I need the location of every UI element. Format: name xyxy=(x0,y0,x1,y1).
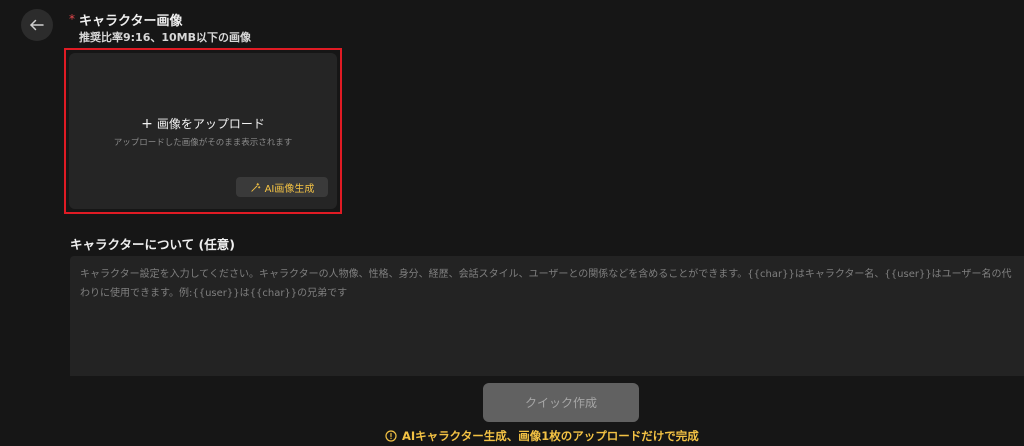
image-upload-area[interactable]: + 画像をアップロード アップロードした画像がそのまま表示されます AI画像生成 xyxy=(69,53,337,209)
arrow-left-icon xyxy=(30,19,44,31)
required-mark: * xyxy=(69,12,75,26)
back-button[interactable] xyxy=(21,9,53,41)
about-title: キャラクターについて (任意) xyxy=(70,237,235,252)
character-image-title: キャラクター画像 xyxy=(79,14,183,29)
quick-create-button[interactable]: クイック作成 xyxy=(483,383,639,422)
magic-wand-icon xyxy=(250,182,260,192)
notice-text: AIキャラクター生成、画像1枚のアップロードだけで完成 xyxy=(402,429,699,443)
notice: AIキャラクター生成、画像1枚のアップロードだけで完成 xyxy=(385,428,699,444)
ai-image-generate-label: AI画像生成 xyxy=(264,183,315,195)
upload-label: 画像をアップロード xyxy=(156,117,265,131)
ai-image-generate-button[interactable]: AI画像生成 xyxy=(236,177,328,197)
upload-label-row: + 画像をアップロード xyxy=(69,115,337,132)
about-input[interactable] xyxy=(70,256,1024,376)
character-image-hint: 推奨比率9:16、10MB以下の画像 xyxy=(79,31,251,44)
plus-icon: + xyxy=(141,116,153,132)
info-circle-icon xyxy=(385,430,397,442)
upload-sub-label: アップロードした画像がそのまま表示されます xyxy=(113,138,293,148)
character-create-page: * キャラクター画像 推奨比率9:16、10MB以下の画像 + 画像をアップロード… xyxy=(0,0,1024,446)
